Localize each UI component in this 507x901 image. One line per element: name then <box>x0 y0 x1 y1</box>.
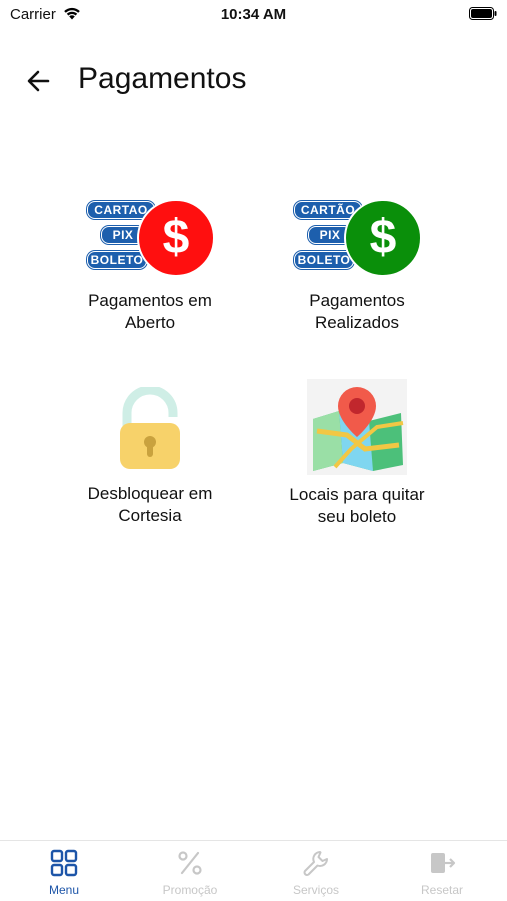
payment-done-icon: CARTÃO PIX BOLETO $ <box>292 197 422 277</box>
tile-label-line2: Cortesia <box>118 506 182 525</box>
map-pin-icon <box>307 379 407 475</box>
tile-label: Pagamentos Realizados <box>257 290 457 334</box>
tile-desbloquear-cortesia[interactable]: Desbloquear em Cortesia <box>50 385 250 527</box>
status-bar: Carrier 10:34 AM <box>0 0 507 30</box>
bottom-nav: Menu Promoção Serviços Resetar <box>0 840 507 901</box>
nav-item-menu[interactable]: Menu <box>1 841 127 901</box>
tile-label: Pagamentos em Aberto <box>50 290 250 334</box>
payment-open-icon: CARTAO PIX BOLETO $ <box>85 197 215 277</box>
nav-item-servicos[interactable]: Serviços <box>253 841 379 901</box>
back-arrow-icon[interactable] <box>24 66 54 96</box>
nav-label-resetar: Resetar <box>420 883 464 897</box>
tile-label-line1: Pagamentos em <box>88 291 212 310</box>
nav-item-resetar[interactable]: Resetar <box>379 841 505 901</box>
nav-label-menu: Menu <box>48 883 80 897</box>
tile-pagamentos-aberto[interactable]: CARTAO PIX BOLETO $ Pagamentos em Aberto <box>50 192 250 334</box>
tile-label: Locais para quitar seu boleto <box>257 484 457 528</box>
dollar-sign-green: $ <box>344 199 422 277</box>
grid-icon <box>50 849 78 877</box>
clock: 10:34 AM <box>220 6 287 23</box>
tile-label-line1: Locais para quitar <box>289 485 425 504</box>
badge-boleto: BOLETO <box>87 251 147 269</box>
percent-icon <box>178 851 202 875</box>
unlock-padlock-icon <box>120 387 180 469</box>
badge-boleto: BOLETO <box>294 251 354 269</box>
battery-icon <box>469 7 497 20</box>
nav-label-promocao: Promoção <box>162 883 218 897</box>
tile-locais-boleto[interactable]: Locais para quitar seu boleto <box>257 378 457 528</box>
exit-icon <box>431 853 456 873</box>
nav-label-servicos: Serviços <box>292 883 339 897</box>
tile-pagamentos-realizados[interactable]: CARTÃO PIX BOLETO $ Pagamentos Realizado… <box>257 192 457 334</box>
tile-label-line2: Realizados <box>314 313 400 332</box>
nav-item-promocao[interactable]: Promoção <box>127 841 253 901</box>
tile-label-line1: Desbloquear em <box>87 484 213 503</box>
dollar-sign-red: $ <box>137 199 215 277</box>
tile-label-line2: seu boleto <box>317 507 397 526</box>
tile-label: Desbloquear em Cortesia <box>50 483 250 527</box>
wrench-icon <box>303 851 328 876</box>
tile-label-line1: Pagamentos <box>309 291 405 310</box>
tile-label-line2: Aberto <box>124 313 176 332</box>
page-title: Pagamentos <box>78 62 247 95</box>
